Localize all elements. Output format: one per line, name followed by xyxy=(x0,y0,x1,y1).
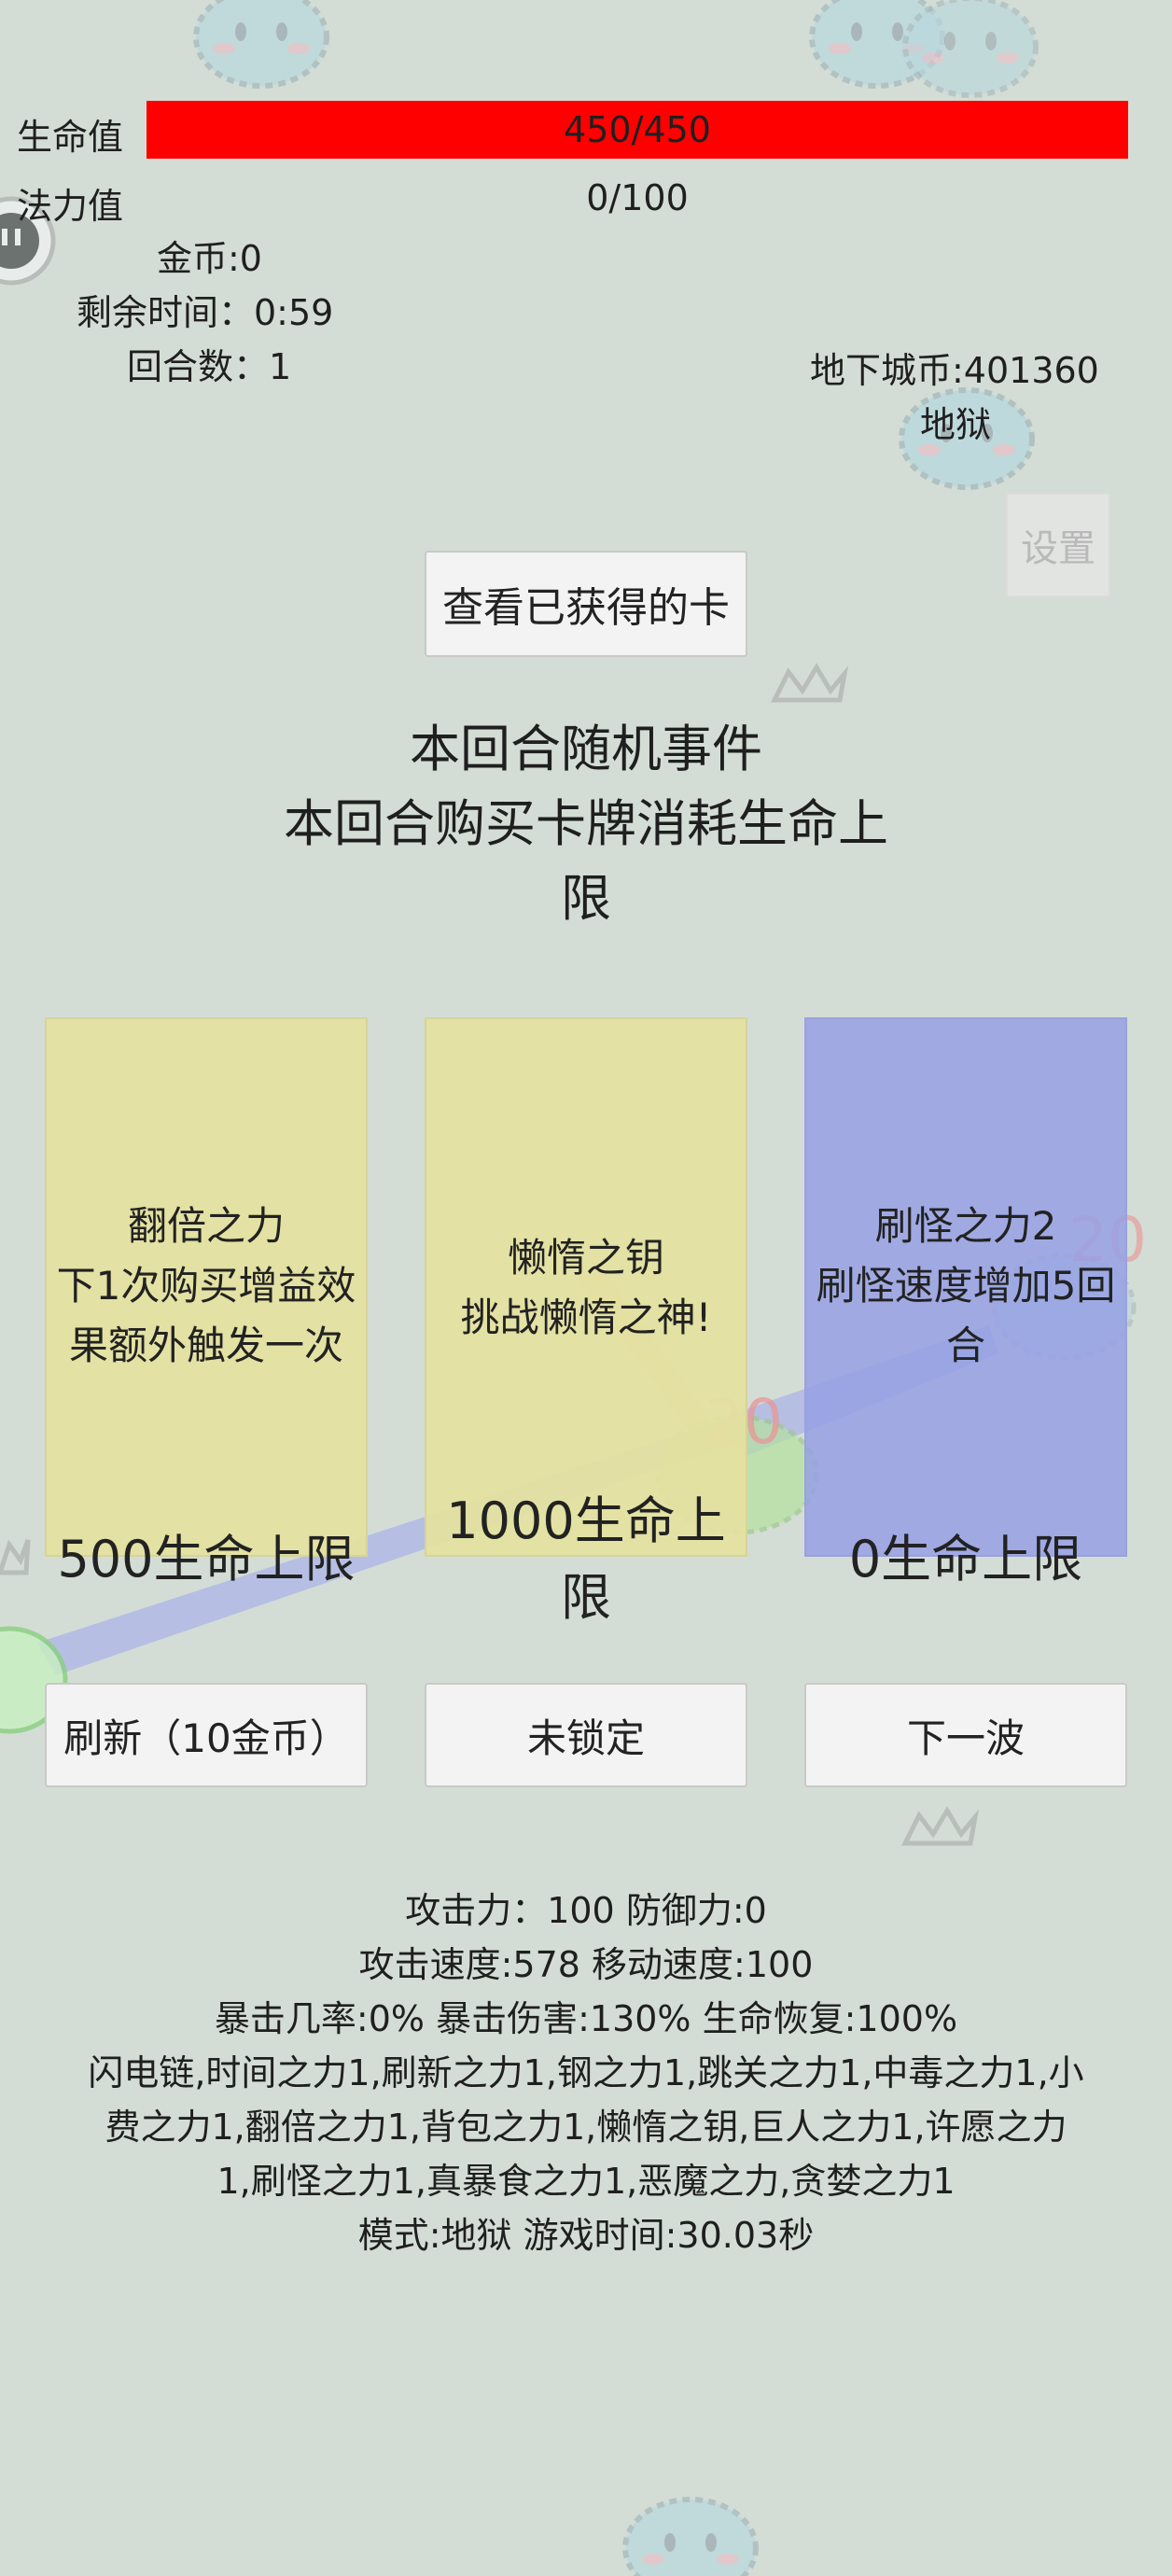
card-desc: 下1次购买增益效 xyxy=(56,1263,356,1309)
card-desc: 挑战懒惰之神! xyxy=(460,1295,712,1340)
settings-button[interactable]: 设置 xyxy=(1006,493,1110,597)
card-desc: 果额外触发一次 xyxy=(68,1323,343,1368)
owned-cards-line: 闪电链,时间之力1,刷新之力1,钢之力1,跳关之力1,中毒之力1,小 xyxy=(88,2052,1084,2093)
stats-speed: 攻击速度:578 移动速度:100 xyxy=(358,1944,814,1985)
slime-sprite-top-left xyxy=(196,0,327,86)
crown-icon-3 xyxy=(0,1539,31,1575)
event-desc-line2: 限 xyxy=(561,869,611,928)
shop-card[interactable]: 刷怪之力2 刷怪速度增加5回 合 xyxy=(804,1017,1127,1557)
event-title: 本回合随机事件 xyxy=(410,720,762,778)
owned-cards-line: 费之力1,翻倍之力1,背包之力1,懒惰之钥,巨人之力1,许愿之力 xyxy=(105,2107,1067,2148)
card-name: 懒惰之钥 xyxy=(507,1235,664,1281)
mp-value: 0/100 xyxy=(586,177,689,218)
owned-cards-line: 1,刷怪之力1,真暴食之力1,恶魔之力,贪婪之力1 xyxy=(216,2161,956,2202)
stats-attack-defense: 攻击力：100 防御力:0 xyxy=(405,1890,767,1931)
card-desc: 刷怪速度增加5回 xyxy=(816,1263,1116,1309)
difficulty-label: 地狱 xyxy=(920,404,992,445)
view-cards-button[interactable]: 查看已获得的卡 xyxy=(425,551,747,657)
round-counter: 回合数：1 xyxy=(127,346,292,387)
slime-sprite-top-right-2 xyxy=(905,0,1036,95)
card-cost: 1000生命上 xyxy=(446,1491,726,1550)
card-cost: 500生命上限 xyxy=(57,1530,356,1589)
shop-card[interactable]: 翻倍之力 下1次购买增益效 果额外触发一次 xyxy=(45,1017,368,1557)
hp-label: 生命值 xyxy=(17,117,124,158)
lock-button[interactable]: 未锁定 xyxy=(425,1683,747,1787)
stats-crit: 暴击几率:0% 暴击伤害:130% 生命恢复:100% xyxy=(214,1998,958,2039)
card-name: 刷怪之力2 xyxy=(874,1203,1057,1249)
hp-value: 450/450 xyxy=(564,109,711,150)
time-left: 剩余时间：0:59 xyxy=(77,292,334,333)
mp-label: 法力值 xyxy=(17,186,124,227)
crown-icon xyxy=(770,663,849,703)
refresh-button[interactable]: 刷新（10金币） xyxy=(45,1683,368,1787)
event-desc-line1: 本回合购买卡牌消耗生命上 xyxy=(284,794,888,853)
mode-and-time: 模式:地狱 游戏时间:30.03秒 xyxy=(357,2215,815,2256)
card-cost: 0生命上限 xyxy=(848,1530,1083,1589)
dungeon-coins: 地下城币:401360 xyxy=(810,350,1099,391)
shop-card[interactable]: 懒惰之钥 挑战懒惰之神! xyxy=(425,1017,747,1557)
crown-icon-2 xyxy=(900,1806,980,1846)
card-desc: 合 xyxy=(945,1323,985,1368)
card-name: 翻倍之力 xyxy=(127,1203,285,1249)
card-cost: 限 xyxy=(561,1568,611,1627)
next-wave-button[interactable]: 下一波 xyxy=(804,1683,1127,1787)
gold-counter: 金币:0 xyxy=(157,238,262,279)
slime-sprite-bottom xyxy=(625,2499,756,2576)
